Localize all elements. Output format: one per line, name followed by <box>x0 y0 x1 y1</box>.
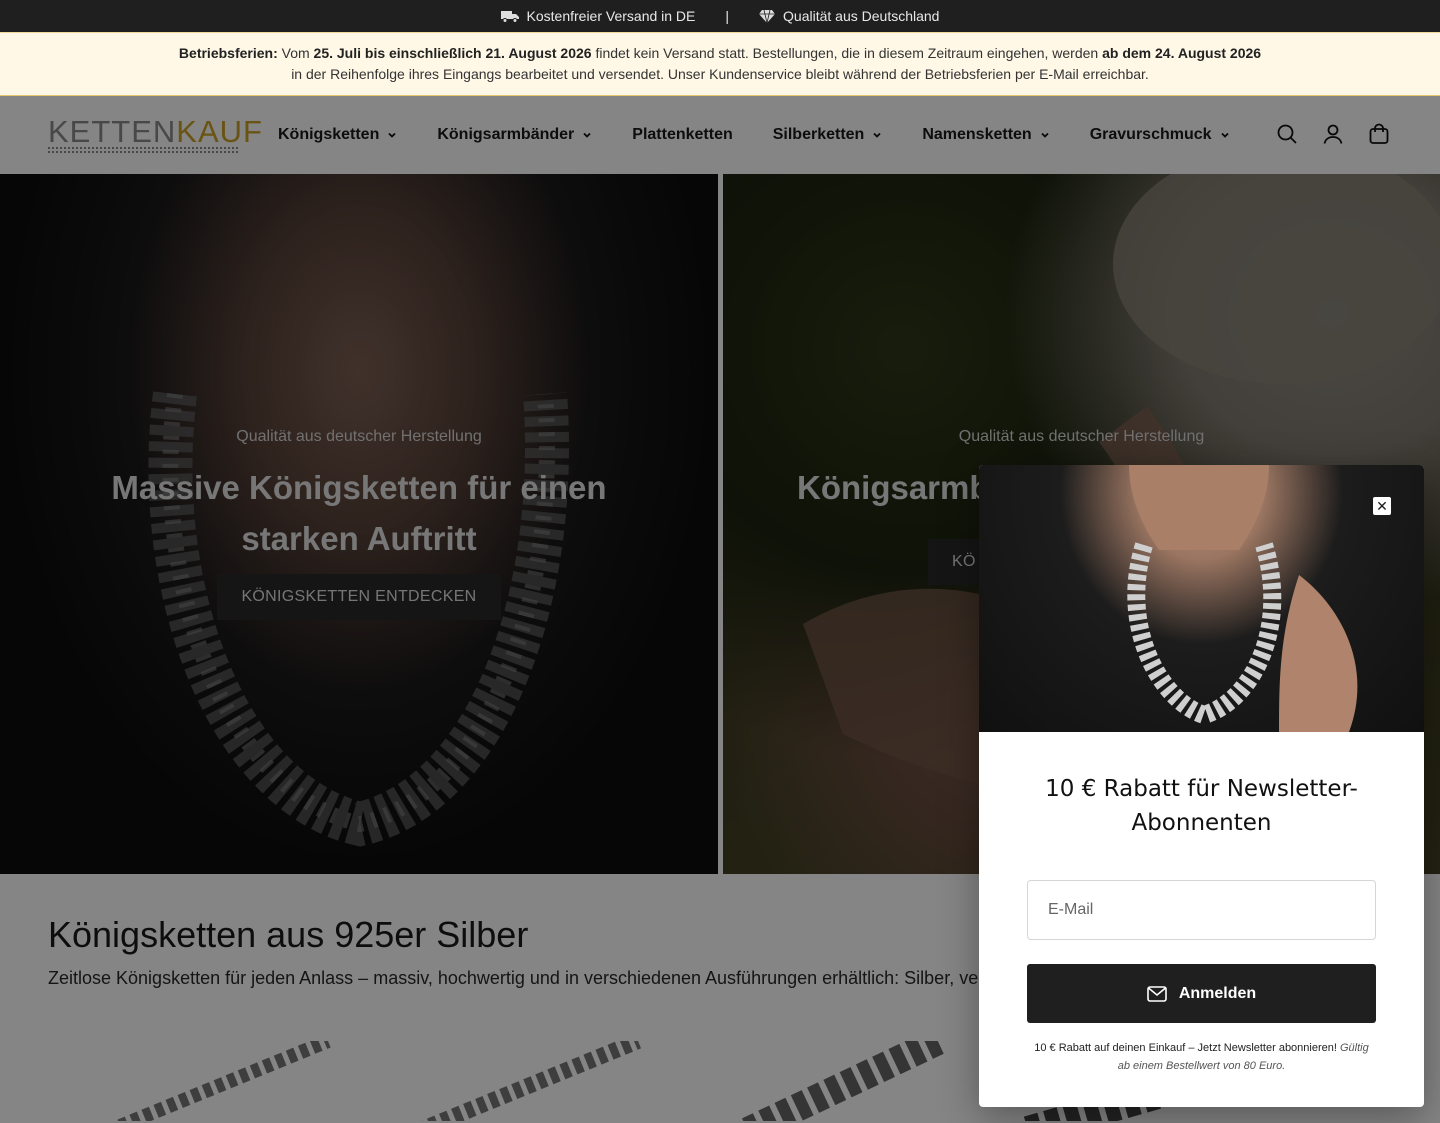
notice-text-3: in der Reihenfolge ihres Eingangs bearbe… <box>291 66 664 82</box>
nav-label: Namensketten <box>922 126 1032 143</box>
nav-label: Gravurschmuck <box>1089 126 1212 143</box>
close-icon: ✕ <box>1376 498 1388 514</box>
notice-text-1: Vom <box>281 45 310 61</box>
nav-label: Königsarmbänder <box>437 126 575 143</box>
search-icon[interactable] <box>1276 123 1300 147</box>
logo-chain-graphic <box>48 147 238 153</box>
logo[interactable]: KETTENKAUF <box>48 114 262 153</box>
chain-product-image <box>113 1041 331 1121</box>
notice-text-2: findet kein Versand statt. Bestellungen,… <box>595 45 1099 61</box>
nav-item-gravurschmuck[interactable]: Gravurschmuck <box>1090 126 1230 144</box>
diamond-icon <box>759 9 776 23</box>
notice-line-2: in der Reihenfolge ihres Eingangs bearbe… <box>0 64 1440 85</box>
nav-item-koenigsketten[interactable]: Königsketten <box>278 126 397 144</box>
truck-icon <box>500 9 519 23</box>
separator: | <box>725 8 730 24</box>
nav-item-namensketten[interactable]: Namensketten <box>922 126 1049 144</box>
notice-label: Betriebsferien: <box>178 45 278 61</box>
chevron-down-icon <box>1220 132 1229 138</box>
announcement-bar: Kostenfreier Versand in DE | Qualität au… <box>0 0 1440 32</box>
hero-title: Massive Königsketten für einen starken A… <box>111 469 607 557</box>
fine-print-main: 10 € Rabatt auf deinen Einkauf – Jetzt N… <box>1034 1042 1337 1054</box>
notice-dates: 25. Juli bis einschließlich 21. August 2… <box>313 45 592 61</box>
site-header: KETTENKAUF Königsketten Königsarmbänder … <box>0 96 1440 174</box>
nav-item-koenigsarmbaender[interactable]: Königsarmbänder <box>437 126 592 144</box>
holiday-notice: Betriebsferien: Vom 25. Juli bis einschl… <box>0 32 1440 96</box>
nav-label: Plattenketten <box>632 126 733 143</box>
chevron-down-icon <box>388 132 396 138</box>
account-icon[interactable] <box>1322 123 1346 147</box>
nav-item-plattenketten[interactable]: Plattenketten <box>632 126 732 144</box>
subscribe-label: Anmelden <box>1178 984 1257 1002</box>
discover-koenigsketten-button[interactable]: KÖNIGSKETTEN ENTDECKEN <box>217 574 501 620</box>
product-card[interactable] <box>48 1041 348 1121</box>
nav-label: Königsketten <box>278 126 380 143</box>
product-card[interactable] <box>648 1041 948 1121</box>
notice-line-1: Betriebsferien: Vom 25. Juli bis einschl… <box>0 43 1440 64</box>
envelope-icon <box>1147 985 1167 1002</box>
nav-item-silberketten[interactable]: Silberketten <box>773 126 883 144</box>
chevron-down-icon <box>873 132 881 138</box>
logo-part-1: KETTEN <box>48 114 177 149</box>
hero-subtitle: Qualität aus deutscher Herstellung <box>958 428 1205 445</box>
email-input[interactable]: E-Mail <box>1027 880 1376 940</box>
quality-text: Qualität aus Deutschland <box>783 8 940 24</box>
chain-product-image <box>421 1041 642 1121</box>
chain-product-image <box>742 1041 944 1121</box>
notice-resume-date: ab dem 24. August 2026 <box>1102 45 1262 61</box>
cart-icon[interactable] <box>1368 123 1392 147</box>
header-icons <box>1276 123 1392 147</box>
necklace-model-image <box>1127 465 1358 732</box>
main-nav: Königsketten Königsarmbänder Plattenkett… <box>278 126 1270 144</box>
chevron-down-icon <box>583 132 591 138</box>
shipping-info: Kostenfreier Versand in DE <box>500 8 696 24</box>
logo-part-2: KAUF <box>176 114 263 149</box>
hero-panel-left: Qualität aus deutscher Herstellung Massi… <box>0 174 718 874</box>
email-placeholder: E-Mail <box>1048 901 1094 918</box>
chevron-down-icon <box>1041 132 1049 138</box>
product-card[interactable] <box>348 1041 648 1121</box>
popup-image: ✕ <box>979 465 1424 732</box>
notice-text-4: Unser Kundenservice bleibt während der B… <box>667 66 1149 82</box>
popup-fine-print: 10 € Rabatt auf deinen Einkauf – Jetzt N… <box>1029 1039 1374 1075</box>
subscribe-button[interactable]: Anmelden <box>1027 964 1376 1023</box>
nav-label: Silberketten <box>772 126 865 143</box>
shipping-text: Kostenfreier Versand in DE <box>526 8 696 24</box>
hero-subtitle: Qualität aus deutscher Herstellung <box>236 428 482 445</box>
close-button[interactable]: ✕ <box>1372 496 1392 516</box>
quality-info: Qualität aus Deutschland <box>759 8 939 24</box>
popup-title: 10 € Rabatt für Newsletter-Abonnenten <box>1045 776 1358 836</box>
newsletter-popup: ✕ 10 € Rabatt für Newsletter-Abonnenten … <box>979 465 1424 1107</box>
hero-left-content: Qualität aus deutscher Herstellung Massi… <box>0 428 718 620</box>
